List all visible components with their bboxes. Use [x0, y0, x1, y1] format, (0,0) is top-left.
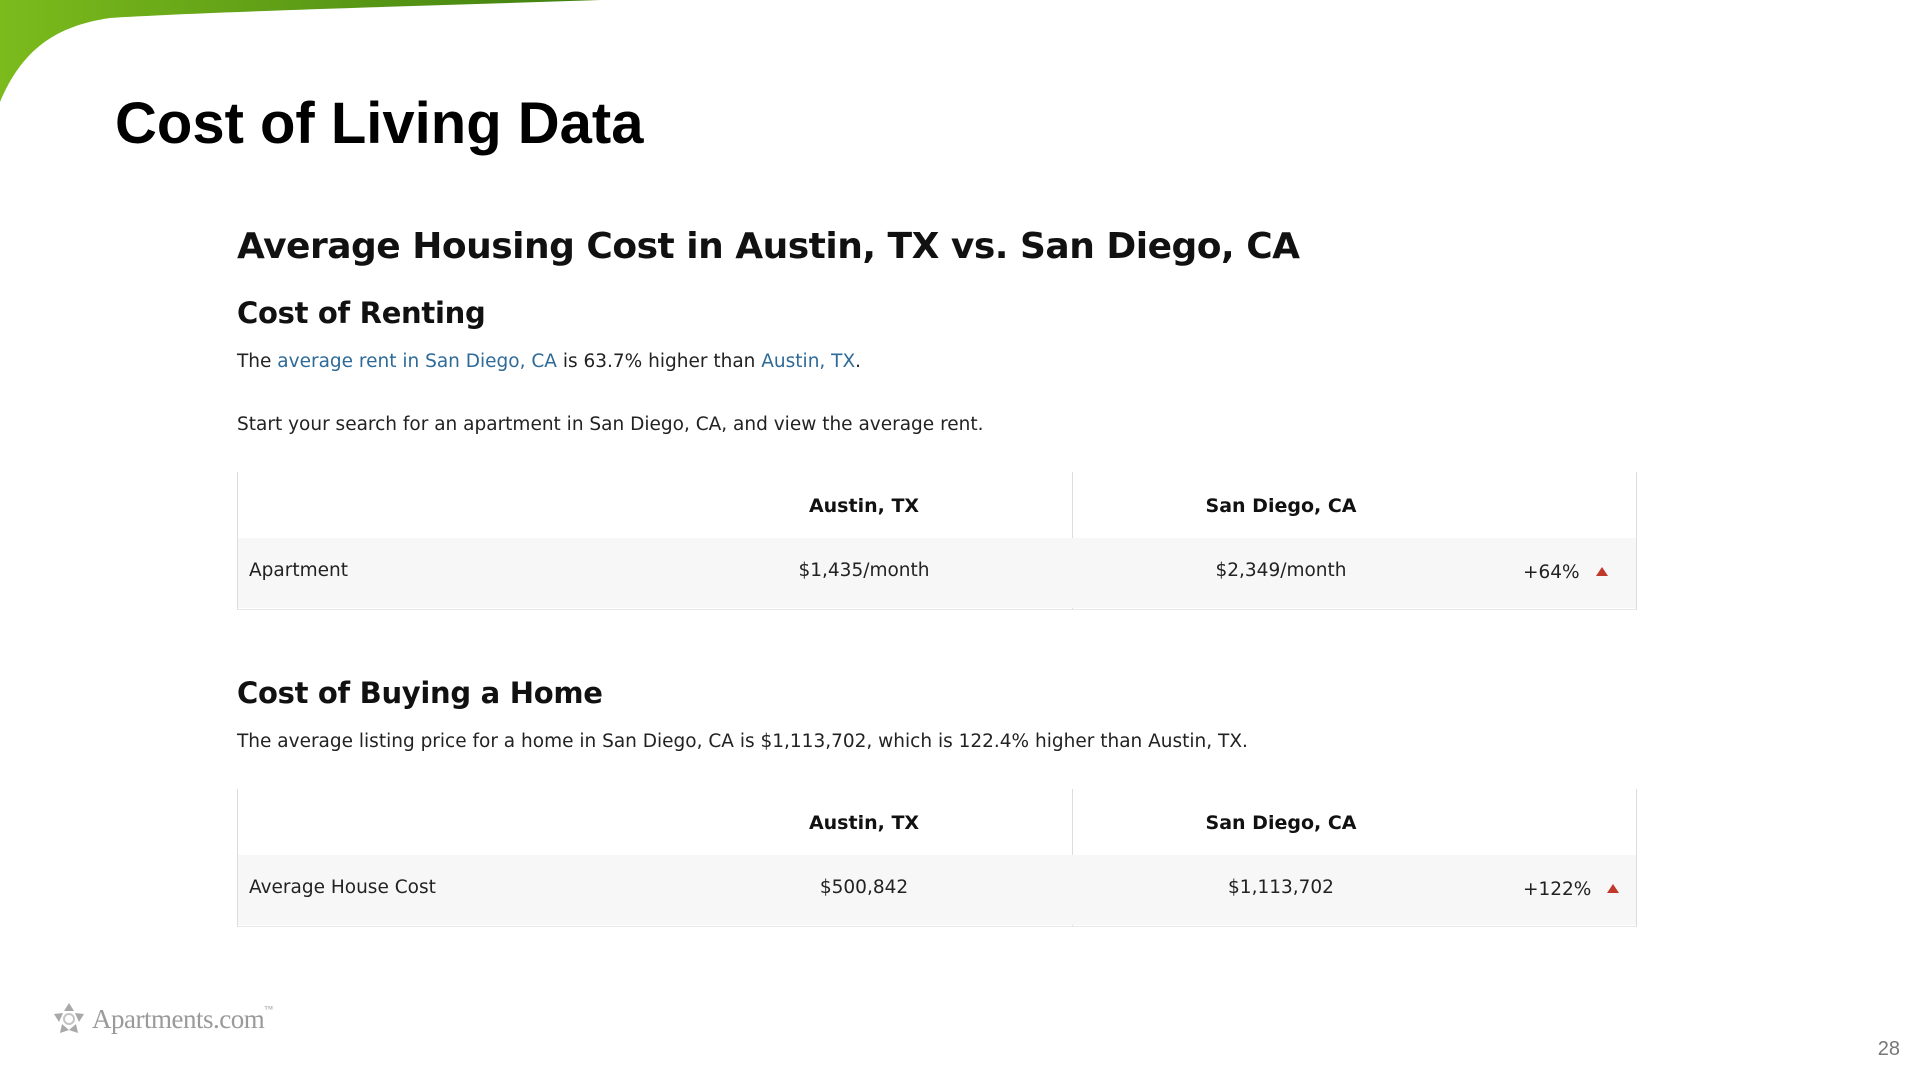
renting-sentence: The average rent in San Diego, CA is 63.…: [237, 351, 861, 372]
austin-link[interactable]: Austin, TX: [761, 351, 855, 372]
triangle-up-icon: [1595, 567, 1608, 576]
table-row: Apartment $1,435/month $2,349/month +64%: [238, 538, 1636, 608]
row-label: Average House Cost: [249, 877, 436, 898]
renting-heading: Cost of Renting: [237, 296, 486, 330]
column-header-san-diego: San Diego, CA: [1205, 812, 1357, 834]
renting-sentence-prefix: The: [237, 351, 278, 372]
buying-sentence: The average listing price for a home in …: [237, 731, 1248, 752]
renting-table: Austin, TX San Diego, CA Apartment $1,43…: [237, 472, 1637, 610]
percent-change-value: +122%: [1523, 879, 1592, 900]
apartments-com-logo: Apartments.com™: [50, 1000, 273, 1038]
renting-cta: Start your search for an apartment in Sa…: [237, 414, 984, 435]
column-header-austin: Austin, TX: [808, 812, 920, 834]
page-number: 28: [1877, 1038, 1900, 1060]
percent-change: +64%: [1523, 562, 1608, 583]
section-heading: Average Housing Cost in Austin, TX vs. S…: [237, 226, 1300, 267]
san-diego-value: $1,113,702: [1228, 877, 1334, 898]
renting-sentence-middle: is 63.7% higher than: [556, 351, 762, 372]
percent-change: +122%: [1523, 879, 1620, 900]
buying-table-header: Austin, TX San Diego, CA: [238, 789, 1636, 855]
renting-table-header: Austin, TX San Diego, CA: [238, 472, 1636, 538]
percent-change-value: +64%: [1523, 562, 1580, 583]
austin-value: $500,842: [819, 877, 909, 898]
renting-sentence-suffix: .: [855, 351, 862, 372]
triangle-up-icon: [1607, 884, 1620, 893]
austin-value: $1,435/month: [798, 560, 930, 581]
column-header-san-diego: San Diego, CA: [1205, 495, 1357, 517]
san-diego-value: $2,349/month: [1215, 560, 1347, 581]
average-rent-san-diego-link[interactable]: average rent in San Diego, CA: [277, 351, 557, 372]
apartments-logo-icon: [54, 1003, 84, 1033]
logo-wordmark: Apartments.com: [92, 1003, 265, 1034]
slide-title: Cost of Living Data: [115, 91, 644, 156]
table-row: Average House Cost $500,842 $1,113,702 +…: [238, 855, 1636, 925]
row-label: Apartment: [249, 560, 348, 581]
buying-table: Austin, TX San Diego, CA Average House C…: [237, 789, 1637, 927]
logo-text: Apartments.com™: [92, 1004, 273, 1035]
logo-trademark: ™: [264, 1003, 273, 1014]
column-header-austin: Austin, TX: [808, 495, 920, 517]
buying-heading: Cost of Buying a Home: [237, 676, 603, 710]
